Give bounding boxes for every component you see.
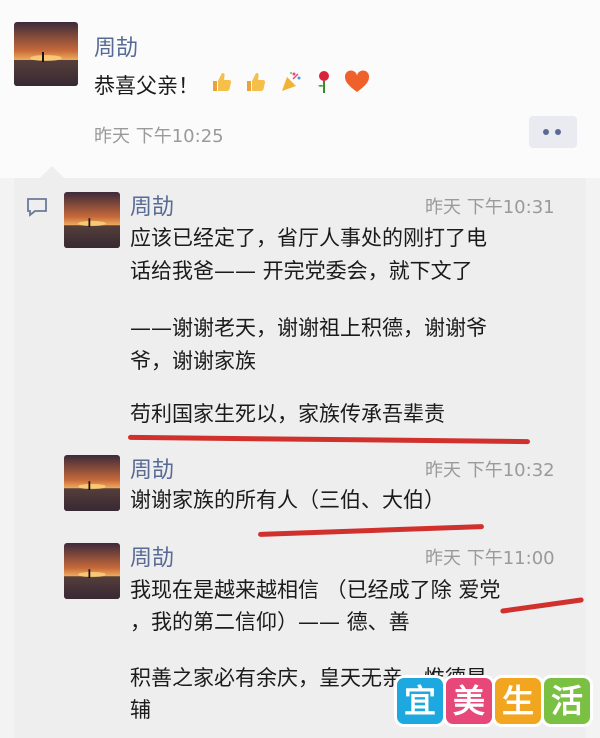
thumbs-up-icon <box>244 70 268 104</box>
rose-icon <box>314 70 334 104</box>
comment-timestamp: 昨天 下午11:00 <box>425 548 555 569</box>
sunset-avatar-image <box>14 22 78 86</box>
sunset-avatar-image <box>64 543 120 599</box>
comment-text-line: 我现在是越来越相信 （已经成了除 爱党 <box>130 578 501 602</box>
comment-text-line: 爷，谢谢家族 <box>130 349 256 373</box>
comment-timestamp: 昨天 下午10:32 <box>425 460 555 481</box>
comment-author-name[interactable]: 周劼 <box>130 189 174 221</box>
watermark-char: 宜 <box>397 678 443 724</box>
comment-text-line: ——谢谢老天，谢谢祖上积德，谢谢爷 <box>130 316 487 340</box>
comment-text-line: 话给我爸—— 开完党委会，就下文了 <box>130 259 473 283</box>
watermark-char: 活 <box>544 678 590 724</box>
dot-icon <box>543 129 549 135</box>
post-timestamp: 昨天 下午10:25 <box>94 126 224 147</box>
comment-author-name[interactable]: 周劼 <box>130 452 174 484</box>
avatar[interactable] <box>64 455 120 511</box>
comment-text-line: 应该已经定了，省厅人事处的刚打了电 <box>130 226 487 250</box>
watermark-char: 美 <box>446 678 492 724</box>
avatar[interactable] <box>14 22 78 86</box>
party-popper-icon <box>279 70 303 104</box>
sunset-avatar-image <box>64 455 120 511</box>
comment-text-line: 辅 <box>130 698 151 722</box>
avatar[interactable] <box>64 543 120 599</box>
comment-text-line: 谢谢家族的所有人（三伯、大伯） <box>130 488 445 512</box>
avatar[interactable] <box>64 192 120 248</box>
comment-text-line: 苟利国家生死以，家族传承吾辈责 <box>130 402 445 426</box>
comment-timestamp: 昨天 下午10:31 <box>425 197 555 218</box>
post-text-body: 恭喜父亲！ <box>94 74 199 98</box>
dot-icon <box>555 129 561 135</box>
post-text: 恭喜父亲！ <box>94 70 370 104</box>
post-author-name[interactable]: 周劼 <box>94 30 138 62</box>
heart-icon <box>344 70 370 104</box>
comment-author-name[interactable]: 周劼 <box>130 540 174 572</box>
panel-pointer <box>40 166 64 178</box>
thumbs-up-icon <box>210 70 234 104</box>
watermark-char: 生 <box>495 678 541 724</box>
comment-text-line: ，我的第二信仰）—— 德、善 <box>130 610 410 634</box>
sunset-avatar-image <box>64 192 120 248</box>
more-actions-button[interactable] <box>529 116 577 148</box>
comment-icon <box>26 197 48 217</box>
